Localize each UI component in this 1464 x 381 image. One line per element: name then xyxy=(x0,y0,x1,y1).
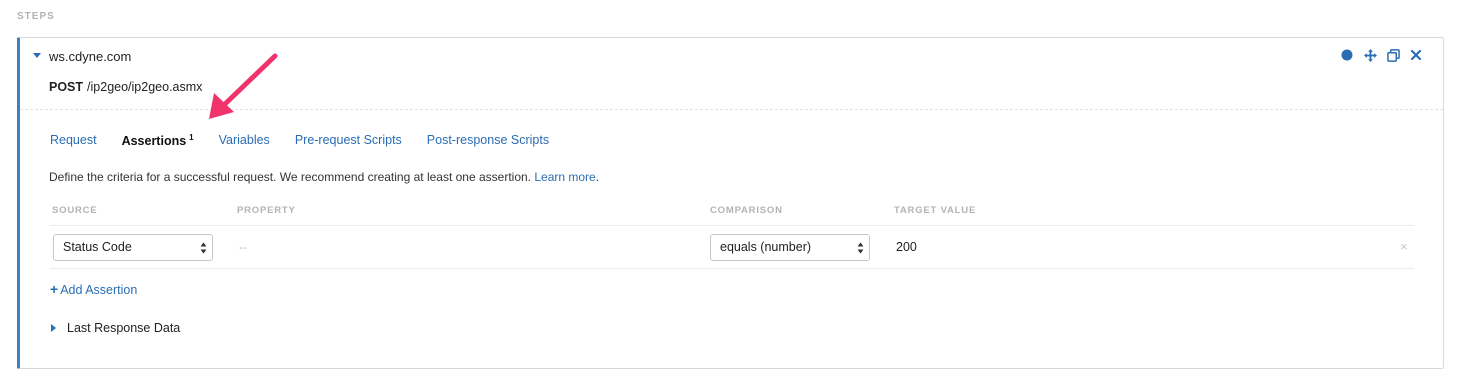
remove-assertion-icon[interactable]: × xyxy=(1400,239,1408,254)
http-method: POST xyxy=(49,80,84,94)
collapse-caret-icon[interactable] xyxy=(33,53,41,58)
status-dot-icon[interactable] xyxy=(1340,48,1354,62)
col-header-property: PROPERTY xyxy=(237,205,296,216)
property-placeholder: -- xyxy=(239,240,247,254)
tab-request[interactable]: Request xyxy=(50,133,97,148)
add-assertion-button[interactable]: + Add Assertion xyxy=(50,281,137,297)
target-value-input[interactable]: 200 xyxy=(896,240,917,254)
last-response-data-toggle[interactable]: Last Response Data xyxy=(67,321,180,335)
select-arrows-icon xyxy=(857,242,864,254)
step-card: ws.cdyne.com POST/ip2geo/ip2geo.asmx Req… xyxy=(17,37,1444,369)
assertions-description: Define the criteria for a successful req… xyxy=(49,170,600,184)
col-header-source: SOURCE xyxy=(52,205,98,216)
tab-pre-request-scripts[interactable]: Pre-request Scripts xyxy=(295,133,402,148)
expand-caret-icon[interactable] xyxy=(51,324,56,332)
table-row-divider xyxy=(50,225,1414,226)
tab-variables[interactable]: Variables xyxy=(219,133,270,148)
step-endpoint: POST/ip2geo/ip2geo.asmx xyxy=(49,80,202,94)
plus-icon: + xyxy=(50,281,59,297)
col-header-comparison: COMPARISON xyxy=(710,205,783,216)
table-row-divider xyxy=(50,268,1414,269)
tab-assertions[interactable]: Assertions 1 xyxy=(122,133,194,148)
header-divider xyxy=(20,109,1443,110)
learn-more-link[interactable]: Learn more xyxy=(534,170,595,184)
step-toolbar xyxy=(1340,48,1423,62)
step-tabs: Request Assertions 1 Variables Pre-reques… xyxy=(50,133,574,148)
tab-post-response-scripts[interactable]: Post-response Scripts xyxy=(427,133,549,148)
comparison-select[interactable]: equals (number) xyxy=(710,234,870,261)
step-host: ws.cdyne.com xyxy=(49,49,132,64)
source-select[interactable]: Status Code xyxy=(53,234,213,261)
assertion-count-badge: 1 xyxy=(189,133,194,142)
section-label: STEPS xyxy=(17,11,55,22)
request-path: /ip2geo/ip2geo.asmx xyxy=(87,80,203,94)
close-icon[interactable] xyxy=(1409,48,1423,62)
duplicate-icon[interactable] xyxy=(1386,48,1400,62)
select-arrows-icon xyxy=(200,242,207,254)
move-icon[interactable] xyxy=(1363,48,1377,62)
col-header-target-value: TARGET VALUE xyxy=(894,205,977,216)
